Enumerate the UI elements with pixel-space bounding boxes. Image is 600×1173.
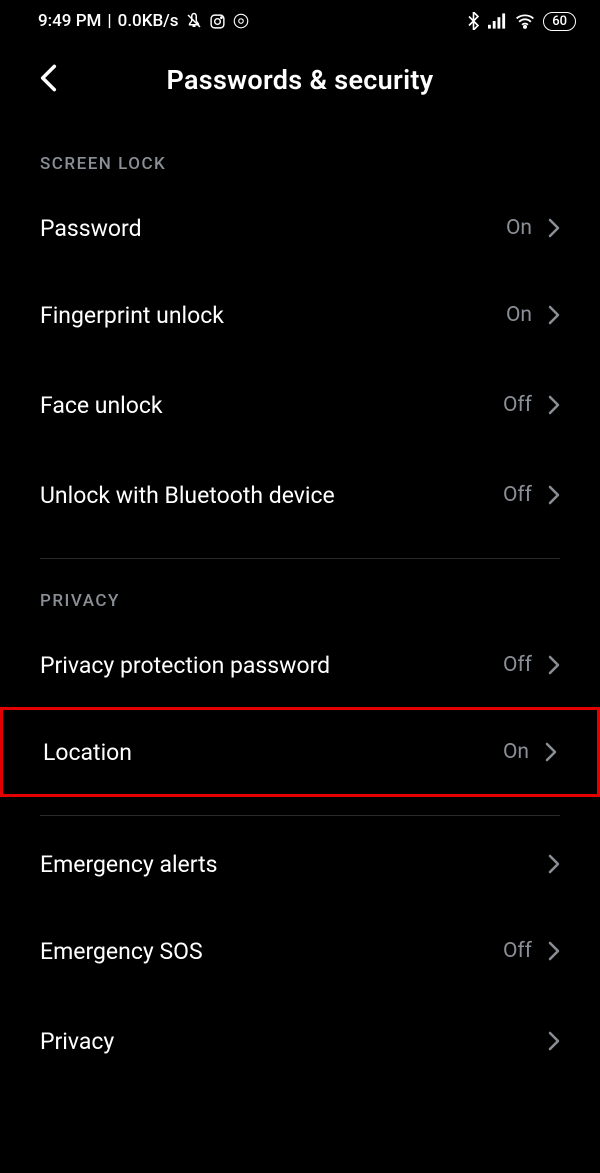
chevron-right-icon	[545, 742, 557, 762]
app-icon	[232, 12, 250, 30]
row-value: On	[506, 303, 532, 327]
row-unlock-bluetooth[interactable]: Unlock with Bluetooth device Off	[0, 450, 600, 540]
row-value: On	[503, 740, 529, 764]
instagram-icon	[209, 13, 226, 30]
status-data-rate: 0.0KB/s	[118, 11, 179, 31]
row-label: Unlock with Bluetooth device	[40, 482, 503, 509]
section-header-screen-lock: SCREEN LOCK	[0, 122, 600, 180]
chevron-right-icon	[548, 485, 560, 505]
row-privacy[interactable]: Privacy	[0, 996, 600, 1086]
status-right: 60	[467, 12, 576, 31]
chevron-right-icon	[548, 395, 560, 415]
row-location[interactable]: Location On	[0, 707, 600, 797]
row-label: Password	[40, 215, 506, 242]
chevron-right-icon	[548, 854, 560, 874]
chevron-right-icon	[548, 305, 560, 325]
wifi-icon	[515, 13, 535, 29]
signal-icon	[488, 13, 507, 29]
status-left: 9:49 PM | 0.0KB/s	[38, 11, 250, 31]
page-title: Passwords & security	[40, 64, 560, 96]
chevron-right-icon	[548, 941, 560, 961]
chevron-right-icon	[548, 655, 560, 675]
mute-icon	[185, 12, 203, 30]
row-label: Emergency alerts	[40, 851, 548, 878]
status-separator: |	[107, 11, 111, 31]
row-value: Off	[503, 939, 532, 963]
row-value: Off	[503, 393, 532, 417]
chevron-right-icon	[548, 218, 560, 238]
status-time: 9:49 PM	[38, 11, 101, 31]
row-face-unlock[interactable]: Face unlock Off	[0, 360, 600, 450]
row-value: Off	[503, 653, 532, 677]
row-label: Location	[43, 739, 503, 766]
row-emergency-alerts[interactable]: Emergency alerts	[0, 816, 600, 906]
row-password[interactable]: Password On	[0, 180, 600, 270]
row-fingerprint-unlock[interactable]: Fingerprint unlock On	[0, 270, 600, 360]
bluetooth-icon	[467, 12, 480, 30]
status-bar: 9:49 PM | 0.0KB/s 60	[0, 0, 600, 42]
battery-indicator: 60	[543, 12, 576, 31]
chevron-right-icon	[548, 1031, 560, 1051]
header: Passwords & security	[0, 42, 600, 122]
row-value: Off	[503, 483, 532, 507]
row-label: Fingerprint unlock	[40, 302, 506, 329]
row-label: Privacy	[40, 1028, 548, 1055]
back-button[interactable]	[40, 64, 57, 96]
row-label: Emergency SOS	[40, 938, 503, 965]
section-header-privacy: PRIVACY	[0, 559, 600, 617]
row-label: Privacy protection password	[40, 652, 503, 679]
row-label: Face unlock	[40, 392, 503, 419]
row-emergency-sos[interactable]: Emergency SOS Off	[0, 906, 600, 996]
row-value: On	[506, 216, 532, 240]
row-privacy-protection-password[interactable]: Privacy protection password Off	[0, 617, 600, 707]
